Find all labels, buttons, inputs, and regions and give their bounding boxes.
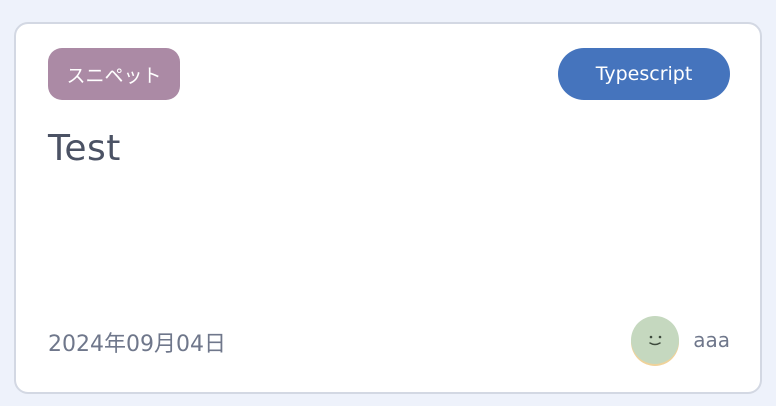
language-badge[interactable]: Typescript <box>558 48 730 100</box>
author-name: aaa <box>693 328 730 352</box>
author-info[interactable]: aaa <box>631 316 730 364</box>
card-title: Test <box>48 128 121 169</box>
category-badge: スニペット <box>48 48 180 100</box>
post-date: 2024年09月04日 <box>48 332 226 357</box>
smiley-face-avatar-icon <box>631 316 680 364</box>
snippet-card[interactable]: スニペット Typescript Test 2024年09月04日 aaa <box>14 22 762 394</box>
